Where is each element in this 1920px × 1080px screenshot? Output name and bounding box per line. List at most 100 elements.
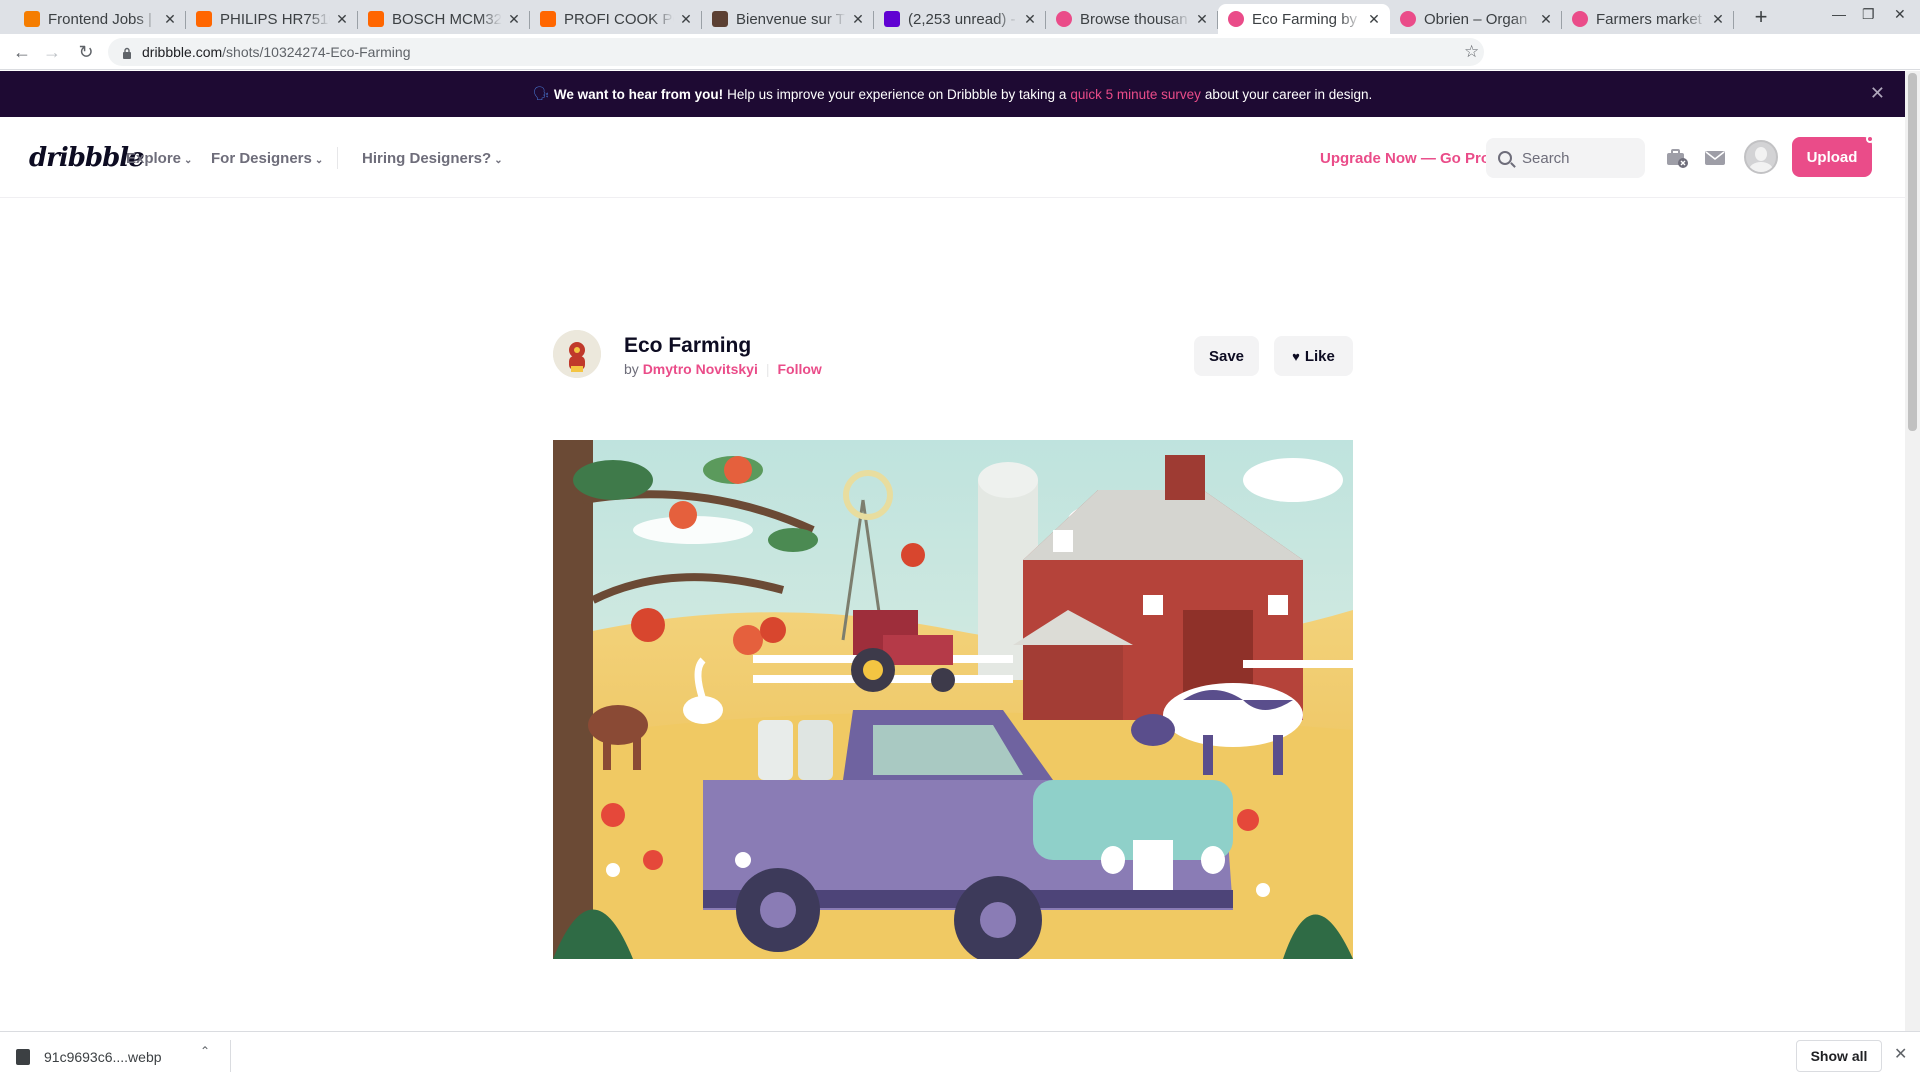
tab-title: Eco Farming by D bbox=[1252, 10, 1362, 28]
survey-link[interactable]: quick 5 minute survey bbox=[1070, 87, 1201, 102]
tab-close-icon[interactable]: ✕ bbox=[1538, 11, 1554, 28]
author-link[interactable]: Dmytro Novitskyi bbox=[643, 361, 758, 377]
chevron-down-icon: ⌄ bbox=[184, 155, 193, 166]
browser-tab[interactable]: Browse thousan ✕ bbox=[1046, 4, 1218, 34]
new-tab-button[interactable]: + bbox=[1746, 4, 1776, 32]
like-button[interactable]: ♥ Like bbox=[1274, 336, 1353, 376]
downloads-close-icon[interactable]: ✕ bbox=[1894, 1044, 1907, 1064]
user-avatar[interactable] bbox=[1744, 140, 1778, 174]
banner-text-before: Help us improve your experience on Dribb… bbox=[727, 86, 1067, 102]
forward-icon[interactable]: → bbox=[40, 40, 64, 64]
browser-tab-strip: Frontend Jobs | ✕ PHILIPS HR7510 ✕ BOSCH MC… bbox=[0, 0, 1920, 34]
tab-title: (2,253 unread) - bbox=[908, 10, 1016, 28]
banner-text-after: about your career in design. bbox=[1204, 86, 1373, 102]
window-close-icon[interactable]: ✕ bbox=[1894, 6, 1906, 23]
browser-tab[interactable]: PHILIPS HR7510 ✕ bbox=[186, 4, 358, 34]
chevron-up-icon[interactable]: ⌃ bbox=[200, 1044, 210, 1058]
upgrade-pro-link[interactable]: Upgrade Now — Go Pro bbox=[1320, 150, 1490, 167]
tab-close-icon[interactable]: ✕ bbox=[506, 11, 522, 28]
browser-tab[interactable]: (2,253 unread) - ✕ bbox=[874, 4, 1046, 34]
browser-tab[interactable]: Bienvenue sur T ✕ bbox=[702, 4, 874, 34]
url-host: dribbble.com bbox=[142, 44, 223, 60]
nav-hiring-label: Hiring Designers? bbox=[362, 150, 492, 167]
download-item[interactable]: 91c9693c6....webp bbox=[16, 1042, 162, 1072]
tab-close-icon[interactable]: ✕ bbox=[1710, 11, 1726, 28]
downloads-divider bbox=[230, 1040, 231, 1072]
designer-avatar[interactable] bbox=[553, 330, 601, 378]
mail-icon bbox=[884, 11, 900, 27]
browser-tab[interactable]: Frontend Jobs | ✕ bbox=[14, 4, 186, 34]
downloads-bar: 91c9693c6....webp ⌃ Show all ✕ bbox=[0, 1031, 1920, 1080]
nav-explore-label: Explore bbox=[126, 150, 182, 167]
bookmark-star-icon[interactable]: ☆ bbox=[1464, 42, 1479, 62]
upload-button[interactable]: Upload bbox=[1792, 135, 1874, 177]
nav-hiring-designers[interactable]: Hiring Designers? ⌄ bbox=[362, 150, 503, 167]
like-label: Like bbox=[1304, 347, 1335, 365]
page-scrollbar[interactable] bbox=[1905, 71, 1920, 1031]
minimize-icon[interactable]: — bbox=[1832, 6, 1846, 22]
browser-tab[interactable]: Eco Farming by D ✕ bbox=[1218, 4, 1390, 34]
show-all-button[interactable]: Show all bbox=[1796, 1040, 1882, 1072]
dribbble-icon bbox=[1572, 11, 1588, 27]
tab-title: Bienvenue sur T bbox=[736, 10, 845, 28]
nav-explore[interactable]: Explore ⌄ bbox=[126, 150, 192, 167]
search-input[interactable]: Search bbox=[1486, 138, 1645, 178]
follow-link[interactable]: Follow bbox=[777, 361, 821, 377]
tab-close-icon[interactable]: ✕ bbox=[678, 11, 694, 28]
dribbble-icon bbox=[1228, 11, 1244, 27]
tab-title: PHILIPS HR7510 bbox=[220, 10, 330, 28]
save-button[interactable]: Save bbox=[1194, 336, 1259, 376]
nav-for-designers-label: For Designers bbox=[211, 150, 312, 167]
idealo-icon bbox=[368, 11, 384, 27]
browser-tab[interactable]: Farmers market ✕ bbox=[1562, 4, 1734, 34]
lock-icon bbox=[122, 46, 132, 59]
restore-icon[interactable]: ❐ bbox=[1862, 6, 1875, 23]
heart-icon: ♥ bbox=[1292, 348, 1300, 364]
reload-icon[interactable]: ↻ bbox=[74, 40, 98, 64]
dribbble-icon bbox=[1400, 11, 1416, 27]
chevron-down-icon: ⌄ bbox=[494, 155, 503, 166]
book-icon bbox=[712, 11, 728, 27]
nav-divider bbox=[337, 147, 338, 169]
byline-divider: | bbox=[765, 361, 770, 377]
download-filename: 91c9693c6....webp bbox=[44, 1049, 162, 1065]
tab-close-icon[interactable]: ✕ bbox=[1194, 11, 1210, 28]
speech-bubble-icon: 🗣 bbox=[532, 86, 550, 101]
file-icon bbox=[16, 1049, 30, 1065]
by-label: by bbox=[624, 361, 639, 377]
shot-image[interactable] bbox=[553, 440, 1353, 959]
tab-close-icon[interactable]: ✕ bbox=[162, 11, 178, 28]
url-path: /shots/10324274-Eco-Farming bbox=[222, 44, 411, 60]
search-placeholder: Search bbox=[1522, 149, 1570, 167]
tab-title: Farmers market bbox=[1596, 10, 1702, 28]
banner-close-icon[interactable]: ✕ bbox=[1870, 83, 1885, 104]
browser-tab[interactable]: PROFI COOK PC ✕ bbox=[530, 4, 702, 34]
survey-banner: 🗣 We want to hear from you! Help us impr… bbox=[0, 71, 1905, 117]
scrollbar-thumb[interactable] bbox=[1908, 73, 1917, 431]
notification-dot bbox=[1866, 135, 1874, 143]
chevron-down-icon: ⌄ bbox=[314, 155, 324, 166]
site-header: dribbble Explore ⌄ For Designers ⌄ Hiring … bbox=[0, 117, 1905, 198]
shot-header: Eco Farming by Dmytro Novitskyi | Follow S… bbox=[553, 330, 1353, 380]
shot-byline: by Dmytro Novitskyi | Follow bbox=[624, 361, 822, 377]
tab-close-icon[interactable]: ✕ bbox=[1022, 11, 1038, 28]
upload-label: Upload bbox=[1806, 148, 1858, 166]
back-icon[interactable]: ← bbox=[10, 40, 34, 64]
search-icon bbox=[1498, 151, 1512, 165]
briefcase-icon[interactable] bbox=[1666, 148, 1688, 168]
nav-for-designers[interactable]: For Designers ⌄ bbox=[211, 150, 323, 167]
tab-title: Obrien – Organ bbox=[1424, 10, 1528, 28]
idealo-icon bbox=[196, 11, 212, 27]
tab-close-icon[interactable]: ✕ bbox=[334, 11, 350, 28]
banner-headline: We want to hear from you! bbox=[553, 86, 724, 102]
tab-close-icon[interactable]: ✕ bbox=[850, 11, 866, 28]
shot-title: Eco Farming bbox=[624, 334, 752, 357]
tab-title: Browse thousan bbox=[1080, 10, 1188, 28]
messages-icon[interactable] bbox=[1704, 148, 1726, 168]
tab-title: PROFI COOK PC bbox=[564, 10, 674, 28]
browser-tab[interactable]: BOSCH MCM32 ✕ bbox=[358, 4, 530, 34]
browser-tab[interactable]: Obrien – Organ ✕ bbox=[1390, 4, 1562, 34]
address-bar[interactable]: dribbble.com/shots/10324274-Eco-Farming … bbox=[108, 38, 1484, 66]
idealo-icon bbox=[540, 11, 556, 27]
tab-close-icon[interactable]: ✕ bbox=[1366, 11, 1382, 28]
